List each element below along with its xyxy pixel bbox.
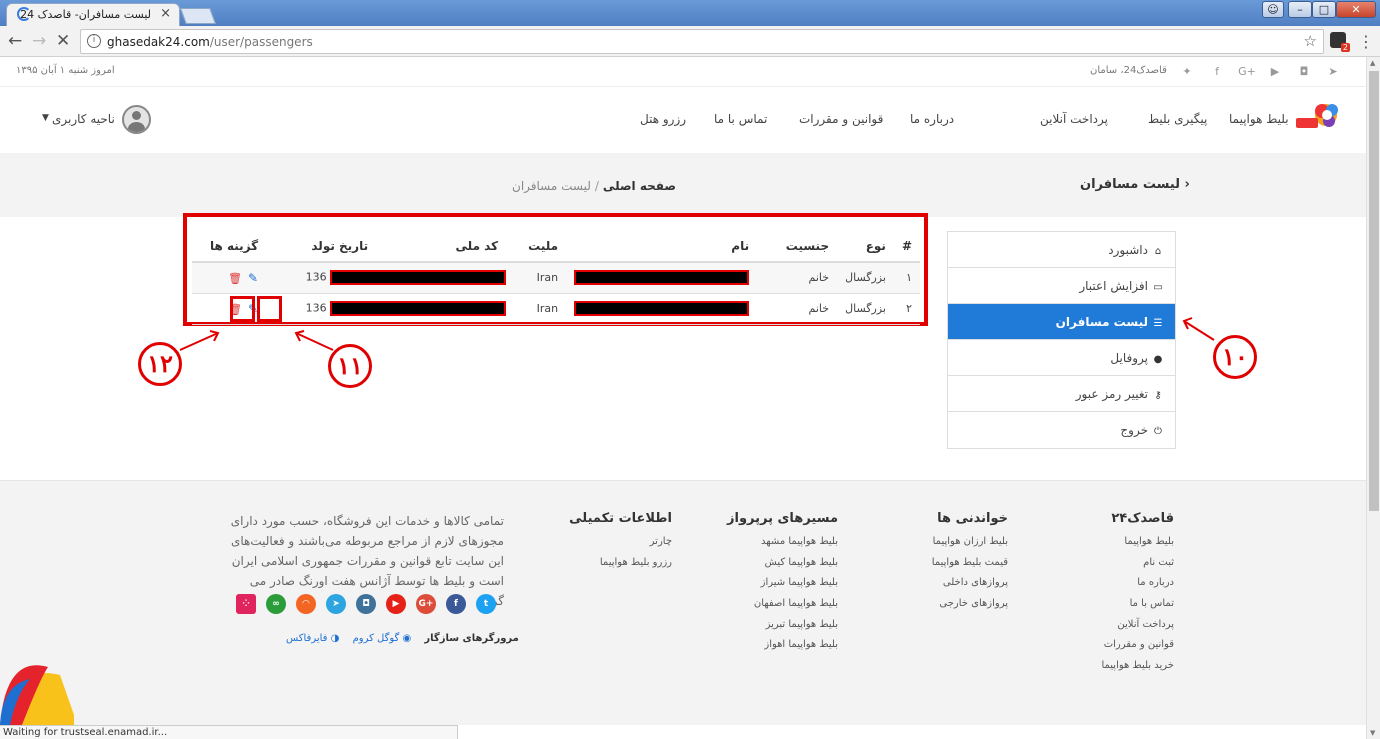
google-plus-icon[interactable]: G+: [416, 594, 436, 614]
facebook-icon[interactable]: f: [446, 594, 466, 614]
chrome-link[interactable]: ◉ گوگل کروم: [353, 633, 412, 644]
footer-link[interactable]: بلیط هواپیما اصفهان: [742, 598, 838, 619]
instagram-icon[interactable]: ◘: [356, 594, 376, 614]
compatible-browsers: مرورگرهای سازگار ◉ گوگل کروم ◑ فایرفاکس: [286, 633, 519, 644]
annotation-10: ۱۰: [1213, 335, 1257, 379]
footer-link[interactable]: بلیط هواپیما اهواز: [742, 639, 838, 660]
rss-icon[interactable]: ◠: [296, 594, 316, 614]
firefox-link[interactable]: ◑ فایرفاکس: [286, 633, 339, 644]
youtube-icon[interactable]: ▶: [386, 594, 406, 614]
enamad-trust-seal[interactable]: [0, 655, 74, 725]
footer-link[interactable]: چارتر: [584, 536, 672, 557]
footer-link[interactable]: بلیط هواپیما: [1090, 536, 1174, 557]
footer-link[interactable]: ثبت نام: [1090, 557, 1174, 578]
site-footer: قاصدک۲۴ بلیط هواپیما ثبت نام درباره ما ت…: [0, 480, 1366, 725]
browser-status-bar: Waiting for trustseal.enamad.ir...: [0, 725, 458, 739]
footer-link[interactable]: قوانین و مقررات: [1090, 639, 1174, 660]
telegram-icon[interactable]: ➤: [326, 594, 346, 614]
footer-link[interactable]: بلیط هواپیما کیش: [742, 557, 838, 578]
page-scrollbar[interactable]: ▲ ▼: [1366, 57, 1380, 739]
footer-col-extra: اطلاعات تکمیلی چارتر رزرو بلیط هواپیما: [569, 511, 672, 578]
scroll-down-icon[interactable]: ▼: [1370, 729, 1375, 737]
footer-link[interactable]: پروازهای داخلی: [916, 577, 1008, 598]
footer-link[interactable]: بلیط هواپیما مشهد: [742, 536, 838, 557]
footer-link[interactable]: قیمت بلیط هواپیما: [916, 557, 1008, 578]
footer-col-routes: مسیرهای پرپرواز بلیط هواپیما مشهد بلیط ه…: [727, 511, 838, 660]
footer-link[interactable]: بلیط هواپیما شیراز: [742, 577, 838, 598]
footer-link[interactable]: بلیط ارزان هواپیما: [916, 536, 1008, 557]
annotation-12: ۱۲: [138, 342, 182, 386]
footer-link[interactable]: خرید بلیط هواپیما: [1090, 660, 1174, 681]
annotation-11: ۱۱: [328, 344, 372, 388]
footer-col-ghasedak: قاصدک۲۴ بلیط هواپیما ثبت نام درباره ما ت…: [1090, 511, 1174, 681]
footer-link[interactable]: پرداخت آنلاین: [1090, 619, 1174, 640]
twitter-icon[interactable]: t: [476, 594, 496, 614]
scroll-thumb[interactable]: [1369, 71, 1379, 511]
footer-link[interactable]: رزرو بلیط هواپیما: [584, 557, 672, 578]
footer-link[interactable]: بلیط هواپیما تبریز: [742, 619, 838, 640]
footer-link[interactable]: درباره ما: [1090, 577, 1174, 598]
footer-link[interactable]: پروازهای خارجی: [916, 598, 1008, 619]
cloob-icon[interactable]: ⁘: [236, 594, 256, 614]
aparat-icon[interactable]: ∞: [266, 594, 286, 614]
footer-col-reading: خواندنی ها بلیط ارزان هواپیما قیمت بلیط …: [916, 511, 1008, 619]
footer-link[interactable]: تماس با ما: [1090, 598, 1174, 619]
scroll-up-icon[interactable]: ▲: [1370, 59, 1375, 67]
